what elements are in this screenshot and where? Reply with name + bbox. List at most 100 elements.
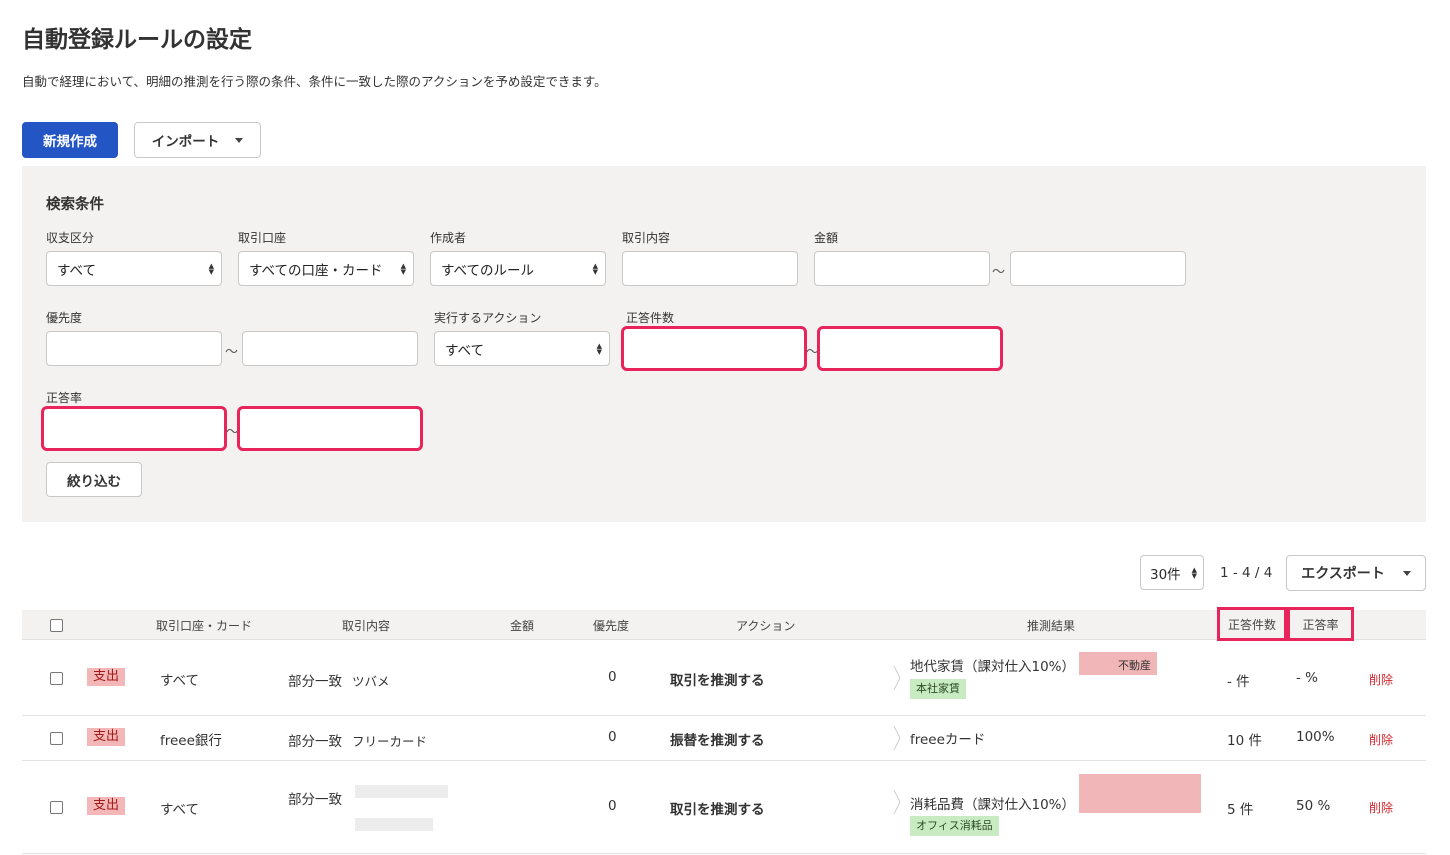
table-header: 取引口座・カード 取引内容 金額 優先度 アクション 推測結果 正答件数 正答率 — [22, 607, 1426, 641]
memo-tag: 本社家賃 — [910, 679, 966, 699]
select-all-checkbox[interactable] — [50, 619, 63, 632]
per-page-value: 30件 — [1150, 566, 1181, 583]
row-match-type: 部分一致 — [288, 792, 342, 808]
row-account: freee銀行 — [160, 733, 222, 749]
match-type: 部分一致 — [288, 674, 342, 690]
page-description: 自動で経理において、明細の推測を行う際の条件、条件に一致した際のアクションを予め… — [22, 74, 607, 89]
export-dropdown-button[interactable]: エクスポート — [1286, 555, 1426, 591]
header-amount: 金額 — [510, 619, 535, 633]
filter-button[interactable]: 絞り込む — [46, 462, 142, 497]
import-dropdown-button[interactable]: インポート — [134, 122, 261, 158]
expense-badge: 支出 — [87, 668, 126, 686]
per-page-select[interactable]: 30件 ▲ ▼ — [1140, 555, 1204, 590]
row-account: すべて — [160, 673, 200, 689]
creator-select[interactable]: すべてのルール ▲ ▼ — [430, 251, 606, 286]
page-title: 自動登録ルールの設定 — [22, 27, 252, 53]
header-priority: 優先度 — [593, 619, 630, 633]
type-select[interactable]: すべて ▲ ▼ — [46, 251, 222, 286]
delete-link[interactable]: 削除 — [1369, 799, 1393, 816]
search-panel-title: 検索条件 — [46, 197, 104, 213]
range-tilde: ～ — [225, 345, 239, 360]
row-priority: 0 — [608, 669, 617, 685]
row-result: freeeカード — [910, 732, 986, 748]
correct-count-label: 正答件数 — [626, 311, 675, 325]
correct-rate-label: 正答率 — [46, 391, 83, 405]
row-correct-count: 5 件 — [1227, 802, 1254, 818]
expense-badge: 支出 — [87, 728, 126, 746]
delete-link[interactable]: 削除 — [1369, 671, 1393, 688]
export-label: エクスポート — [1301, 566, 1385, 582]
select-arrows-icon: ▲ ▼ — [596, 342, 602, 356]
chevron-right-icon — [893, 789, 901, 815]
correct-count-min-input[interactable] — [621, 326, 807, 371]
type-label: 収支区分 — [46, 231, 95, 245]
header-correct-count[interactable]: 正答件数 — [1217, 607, 1287, 641]
memo-tag: オフィス消耗品 — [910, 816, 999, 836]
correct-rate-min-input[interactable] — [41, 406, 227, 451]
content-label: 取引内容 — [622, 231, 671, 245]
header-content: 取引内容 — [342, 619, 391, 633]
action-label: 実行するアクション — [434, 311, 542, 325]
select-arrows-icon: ▲ ▼ — [400, 262, 406, 276]
page-range: 1 - 4 / 4 — [1220, 565, 1273, 581]
range-tilde: ～ — [992, 265, 1006, 280]
action-select[interactable]: すべて ▲ ▼ — [434, 331, 610, 366]
priority-min-input[interactable] — [46, 331, 222, 366]
caret-down-icon — [1402, 570, 1411, 576]
header-account: 取引口座・カード — [156, 619, 253, 633]
new-rule-button[interactable]: 新規作成 — [22, 122, 118, 158]
expense-badge: 支出 — [87, 797, 126, 815]
row-action: 取引を推測する — [670, 802, 765, 818]
row-checkbox[interactable] — [50, 672, 63, 685]
account-label: 取引口座 — [238, 231, 287, 245]
row-account: すべて — [160, 802, 200, 818]
table-row[interactable]: 支出 すべて 部分一致 0 取引を推測する 消耗品費（課対仕入10%） オフィス… — [22, 761, 1426, 854]
import-label: インポート — [151, 134, 220, 150]
caret-down-icon — [235, 137, 244, 143]
amount-label: 金額 — [814, 231, 839, 245]
type-select-value: すべて — [57, 262, 97, 279]
header-correct-rate[interactable]: 正答率 — [1287, 607, 1354, 641]
row-correct-rate: 50 % — [1296, 798, 1331, 814]
partner-suffix: 不動産 — [1118, 659, 1151, 672]
creator-label: 作成者 — [430, 231, 467, 245]
match-type: 部分一致 — [288, 734, 342, 750]
select-arrows-icon: ▲ ▼ — [208, 262, 214, 276]
amount-max-input[interactable] — [1010, 251, 1186, 286]
row-checkbox[interactable] — [50, 732, 63, 745]
keyword-redacted — [355, 818, 433, 831]
correct-count-max-input[interactable] — [817, 326, 1003, 371]
table-row[interactable]: 支出 すべて 部分一致 ツバメ 0 取引を推測する 地代家賃（課対仕入10%） 不… — [22, 641, 1426, 716]
content-input[interactable] — [622, 251, 798, 286]
priority-max-input[interactable] — [242, 331, 418, 366]
delete-link[interactable]: 削除 — [1369, 731, 1393, 748]
match-keyword: フリーカード — [352, 734, 428, 749]
row-checkbox[interactable] — [50, 801, 63, 814]
match-keyword: ツバメ — [352, 674, 390, 689]
amount-min-input[interactable] — [814, 251, 990, 286]
row-correct-count: - 件 — [1227, 674, 1250, 690]
select-arrows-icon: ▲ ▼ — [592, 262, 598, 276]
account-select[interactable]: すべての口座・カード ▲ ▼ — [238, 251, 414, 286]
chevron-right-icon — [893, 665, 901, 691]
row-priority: 0 — [608, 729, 617, 745]
select-arrows-icon: ▲ ▼ — [1191, 566, 1197, 580]
partner-redacted — [1079, 774, 1201, 813]
row-correct-count: 10 件 — [1227, 733, 1262, 749]
row-result: 地代家賃（課対仕入10%） — [910, 659, 1076, 675]
table-row[interactable]: 支出 freee銀行 部分一致 フリーカード 0 振替を推測する freeeカード… — [22, 716, 1426, 761]
account-select-value: すべての口座・カード — [249, 262, 383, 279]
search-panel: 検索条件 収支区分 すべて ▲ ▼ 取引口座 すべての口座・カード ▲ ▼ 作成者 … — [22, 166, 1426, 522]
row-priority: 0 — [608, 798, 617, 814]
creator-select-value: すべてのルール — [441, 262, 535, 279]
chevron-right-icon — [893, 725, 901, 751]
priority-label: 優先度 — [46, 311, 83, 325]
row-content: 部分一致 フリーカード — [288, 730, 427, 750]
header-action: アクション — [736, 619, 796, 633]
row-action: 取引を推測する — [670, 673, 765, 689]
row-action: 振替を推測する — [670, 733, 765, 749]
correct-rate-max-input[interactable] — [237, 406, 423, 451]
row-correct-rate: - % — [1296, 670, 1318, 686]
row-result: 消耗品費（課対仕入10%） — [910, 797, 1076, 813]
header-result: 推測結果 — [1027, 619, 1076, 633]
